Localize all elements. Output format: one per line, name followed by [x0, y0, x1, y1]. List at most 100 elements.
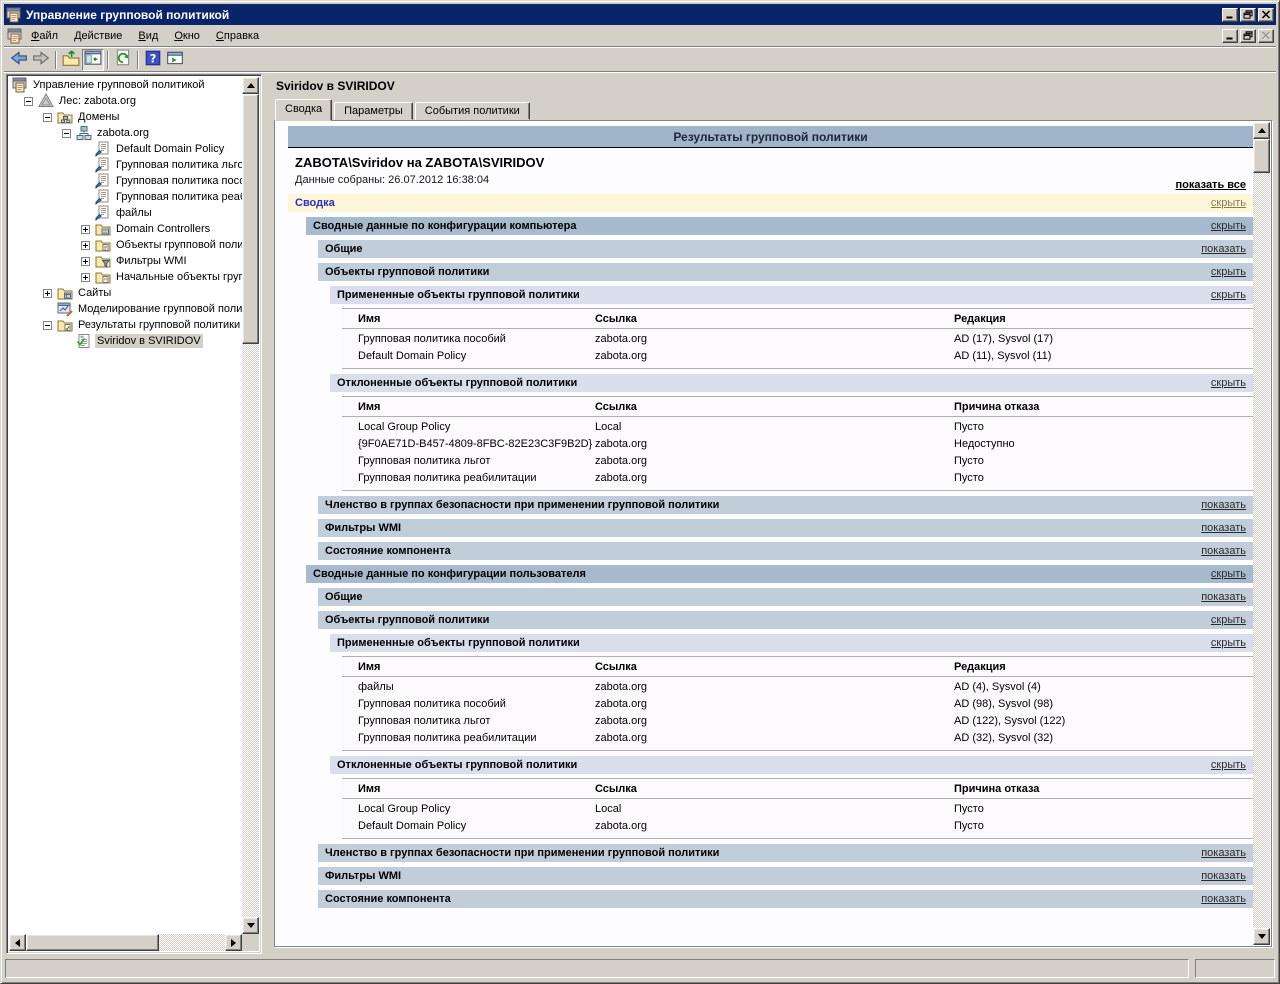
scroll-right-icon[interactable]: [225, 934, 242, 951]
menu-item[interactable]: Файл: [23, 27, 66, 45]
hide-link[interactable]: скрыть: [1211, 756, 1246, 774]
scroll-left-icon[interactable]: [9, 934, 26, 951]
hide-link[interactable]: скрыть: [1211, 611, 1246, 629]
scroll-thumb[interactable]: [1253, 139, 1270, 173]
gpo-table: ИмяСсылкаПричина отказаLocal Group Polic…: [342, 778, 1253, 839]
up-one-level-button[interactable]: [60, 49, 82, 71]
section-band: Фильтры WMIпоказать: [318, 519, 1253, 537]
section-band-label: Отклоненные объекты групповой политики: [330, 377, 577, 389]
tree-item[interactable]: Управление групповой политикой: [12, 77, 242, 93]
tree-vertical-scrollbar[interactable]: [242, 77, 259, 934]
tree-item[interactable]: Групповая политика льгот: [81, 157, 242, 173]
section-band: Объекты групповой политики скрыть: [318, 611, 1253, 629]
scroll-up-icon[interactable]: [1253, 122, 1270, 139]
collapse-toggle-icon[interactable]: [62, 129, 76, 138]
expand-toggle-icon[interactable]: [81, 273, 95, 282]
hide-link[interactable]: скрыть: [1211, 374, 1246, 392]
pane-splitter[interactable]: [262, 73, 270, 955]
tree-item[interactable]: Начальные объекты групповой политики: [81, 269, 242, 285]
hide-link[interactable]: скрыть: [1211, 565, 1246, 583]
show-all-link[interactable]: показать все: [1176, 179, 1247, 191]
section-band: Общиепоказать: [318, 240, 1253, 258]
mdi-minimize-button[interactable]: [1222, 29, 1238, 43]
mdi-restore-button[interactable]: [1240, 29, 1256, 43]
scroll-thumb[interactable]: [26, 934, 159, 951]
tree-item[interactable]: Сайты: [43, 285, 242, 301]
show-link[interactable]: показать: [1201, 542, 1246, 560]
section-band-label: Объекты групповой политики: [318, 614, 489, 626]
tree-item[interactable]: Объекты групповой политики: [81, 237, 242, 253]
tree-item[interactable]: Лес: zabota.org: [24, 93, 242, 109]
table-cell: Групповая политика льгот: [342, 453, 595, 470]
refresh-button[interactable]: [112, 49, 134, 71]
console-child-icon: [7, 28, 23, 44]
console-tree-toggle-button[interactable]: [82, 49, 104, 71]
report-frame: Результаты групповой политики ZABOTA\Svi…: [274, 120, 1272, 947]
show-link[interactable]: показать: [1201, 240, 1246, 258]
expand-toggle-icon[interactable]: [81, 225, 95, 234]
tab-inactive[interactable]: События политики: [415, 102, 530, 120]
scroll-up-icon[interactable]: [242, 77, 259, 94]
hide-link[interactable]: скрыть: [1211, 634, 1246, 652]
tree-item-label: Групповая политика реабилитации: [114, 190, 242, 204]
tree-item[interactable]: Фильтры WMI: [81, 253, 242, 269]
show-link[interactable]: показать: [1201, 519, 1246, 537]
tab-inactive[interactable]: Параметры: [334, 102, 413, 120]
tree-item[interactable]: Домены: [43, 109, 242, 125]
table-row: Групповая политика реабилитацииzabota.or…: [342, 730, 1253, 747]
expand-toggle-icon[interactable]: [81, 257, 95, 266]
scroll-down-icon[interactable]: [1253, 928, 1270, 945]
close-button[interactable]: [1258, 8, 1274, 22]
section-band: Фильтры WMIпоказать: [318, 867, 1253, 885]
report-vertical-scrollbar[interactable]: [1253, 122, 1270, 945]
hide-link[interactable]: скрыть: [1211, 286, 1246, 304]
collapse-toggle-icon[interactable]: [24, 97, 38, 106]
tree-item[interactable]: Default Domain Policy: [81, 141, 242, 157]
scroll-thumb[interactable]: [242, 94, 259, 344]
expand-toggle-icon[interactable]: [81, 241, 95, 250]
section-band: Объекты групповой политикискрыть: [318, 263, 1253, 281]
scroll-down-icon[interactable]: [242, 917, 259, 934]
menu-item[interactable]: Вид: [130, 27, 166, 45]
tree-item[interactable]: Результаты групповой политики: [43, 317, 242, 333]
results-folder-icon: [57, 317, 73, 333]
hide-link[interactable]: скрыть: [1211, 217, 1246, 235]
mdi-close-button-disabled: [1258, 29, 1274, 43]
menu-item[interactable]: Справка: [208, 27, 267, 45]
tree-item[interactable]: Моделирование групповой политики: [43, 301, 242, 317]
menu-item[interactable]: Окно: [166, 27, 208, 45]
scroll-track[interactable]: [1253, 122, 1270, 945]
help-button[interactable]: ?: [142, 49, 164, 71]
status-bar: [4, 958, 1276, 979]
tree-item[interactable]: Групповая политика реабилитации: [81, 189, 242, 205]
column-header: Ссылка: [595, 657, 954, 677]
back-button[interactable]: [8, 49, 30, 71]
expand-toggle-icon[interactable]: [43, 289, 57, 298]
column-header: Ссылка: [595, 397, 954, 417]
show-link[interactable]: показать: [1201, 496, 1246, 514]
new-window-button[interactable]: [164, 49, 186, 71]
back-icon: [10, 49, 28, 70]
section-band-label: Общие: [318, 591, 363, 603]
minimize-button[interactable]: [1222, 8, 1238, 22]
collapse-toggle-icon[interactable]: [43, 113, 57, 122]
show-link[interactable]: показать: [1201, 588, 1246, 606]
table-cell: {9F0AE71D-B457-4809-8FBC-82E23C3F9B2D}: [342, 436, 595, 453]
hide-link[interactable]: скрыть: [1211, 194, 1246, 212]
tree-item[interactable]: Domain Controllers: [81, 221, 242, 237]
tree-item[interactable]: zabota.org: [62, 125, 242, 141]
tab-active[interactable]: Сводка: [275, 99, 332, 121]
menu-item[interactable]: Действие: [66, 27, 130, 45]
show-link[interactable]: показать: [1201, 890, 1246, 908]
show-link[interactable]: показать: [1201, 867, 1246, 885]
tree-item[interactable]: файлы: [81, 205, 242, 221]
show-link[interactable]: показать: [1201, 844, 1246, 862]
starter-gpo-folder-icon: [95, 269, 111, 285]
tree-horizontal-scrollbar[interactable]: [9, 934, 242, 951]
hide-link[interactable]: скрыть: [1211, 263, 1246, 281]
tree-item[interactable]: Sviridov в SVIRIDOV: [62, 333, 242, 349]
tree-item[interactable]: Групповая политика пособий: [81, 173, 242, 189]
restore-button[interactable]: [1240, 8, 1256, 22]
forward-button[interactable]: [30, 49, 52, 71]
collapse-toggle-icon[interactable]: [43, 321, 57, 330]
